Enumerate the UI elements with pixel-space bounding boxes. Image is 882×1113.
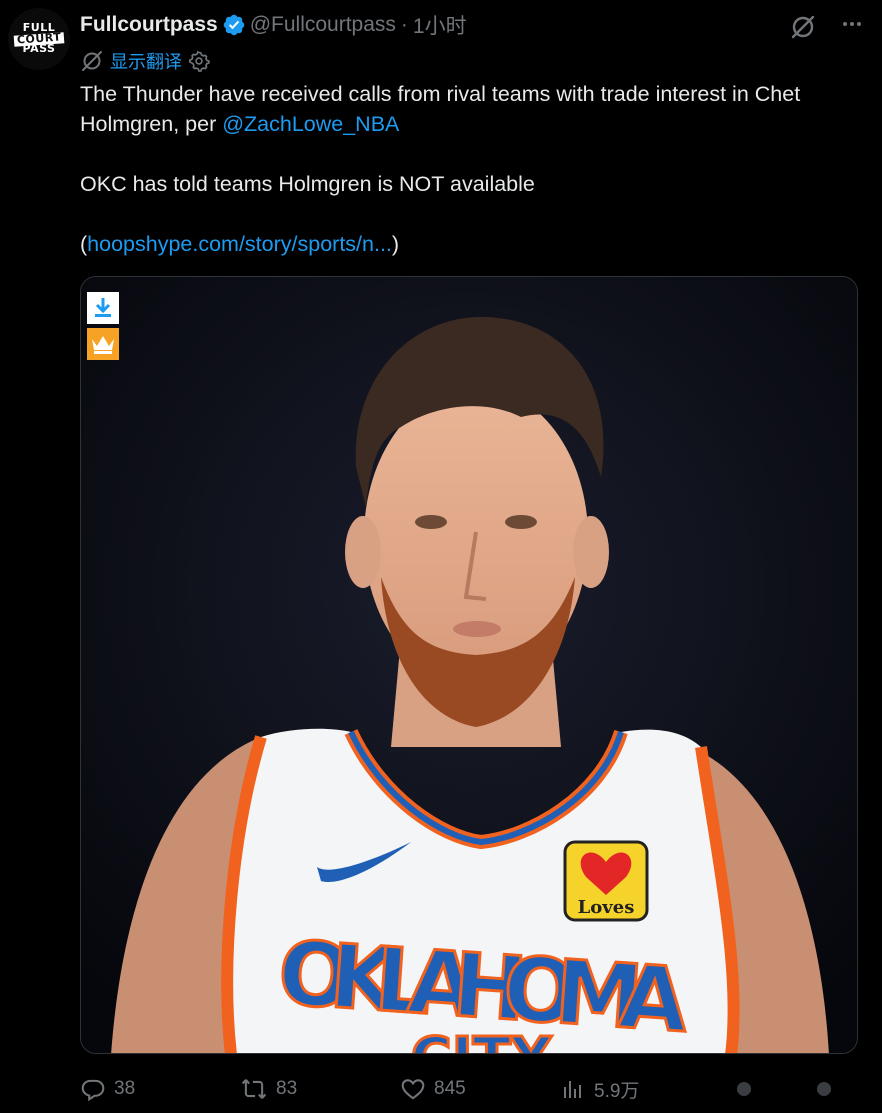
separator-dot: · <box>400 13 408 36</box>
tweet-line-1: The Thunder have received calls from riv… <box>80 82 801 136</box>
external-link[interactable]: hoopshype.com/story/sports/n... <box>87 232 392 256</box>
tweet-text: The Thunder have received calls from riv… <box>80 79 870 259</box>
download-icon <box>95 298 111 317</box>
grok-icon[interactable] <box>790 14 816 40</box>
repost-button[interactable]: 83 <box>240 1076 297 1102</box>
reply-count: 38 <box>114 1078 136 1099</box>
player-photo: Loves OKLAHOMA CITY <box>81 277 857 1054</box>
share-icon <box>817 1082 831 1096</box>
timestamp[interactable]: 1小时 <box>413 10 467 40</box>
reply-icon <box>81 1079 105 1102</box>
reply-button[interactable]: 38 <box>80 1076 135 1102</box>
header-actions <box>790 12 864 41</box>
tweet-paragraph-1: The Thunder have received calls from riv… <box>80 79 870 139</box>
author-handle[interactable]: @Fullcourtpass <box>250 13 396 37</box>
translate-icon <box>82 51 102 71</box>
more-icon[interactable] <box>840 12 864 41</box>
paren-close: ) <box>391 232 400 256</box>
share-button[interactable] <box>812 1077 836 1101</box>
tweet-media-photo[interactable]: Loves OKLAHOMA CITY <box>80 276 858 1054</box>
svg-text:Loves: Loves <box>578 897 635 918</box>
like-count: 845 <box>434 1078 466 1099</box>
bookmark-icon <box>737 1082 751 1096</box>
author-name[interactable]: Fullcourtpass <box>80 13 218 37</box>
views-count: 5.9万 <box>594 1080 640 1102</box>
tweet-header: Fullcourtpass @Fullcourtpass · 1小时 <box>80 10 467 40</box>
show-translation-link[interactable]: 显示翻译 <box>110 48 182 74</box>
avatar[interactable]: FULL COURT PASS <box>8 8 70 70</box>
svg-text:CITY: CITY <box>411 1026 553 1054</box>
like-icon <box>401 1079 425 1100</box>
views-button[interactable]: 5.9万 <box>562 1076 639 1103</box>
translate-row: 显示翻译 <box>80 48 210 74</box>
avatar-logo: FULL COURT PASS <box>13 23 65 55</box>
bookmark-button[interactable] <box>732 1077 756 1101</box>
settings-icon[interactable] <box>188 50 210 72</box>
action-bar: 38 83 845 5.9万 <box>80 1072 870 1106</box>
repost-icon <box>241 1079 267 1099</box>
download-button[interactable] <box>87 292 119 324</box>
tweet-paragraph-3: (hoopshype.com/story/sports/n...) <box>80 229 870 259</box>
tweet-paragraph-2: OKC has told teams Holmgren is NOT avail… <box>80 172 535 196</box>
crown-icon <box>92 336 114 354</box>
crown-button[interactable] <box>87 328 119 360</box>
views-icon <box>564 1081 581 1098</box>
mention-link[interactable]: @ZachLowe_NBA <box>222 112 399 136</box>
like-button[interactable]: 845 <box>400 1076 466 1102</box>
verified-badge-icon[interactable] <box>222 13 246 37</box>
avatar-logo-line-2: COURT <box>13 30 65 46</box>
repost-count: 83 <box>276 1078 298 1099</box>
